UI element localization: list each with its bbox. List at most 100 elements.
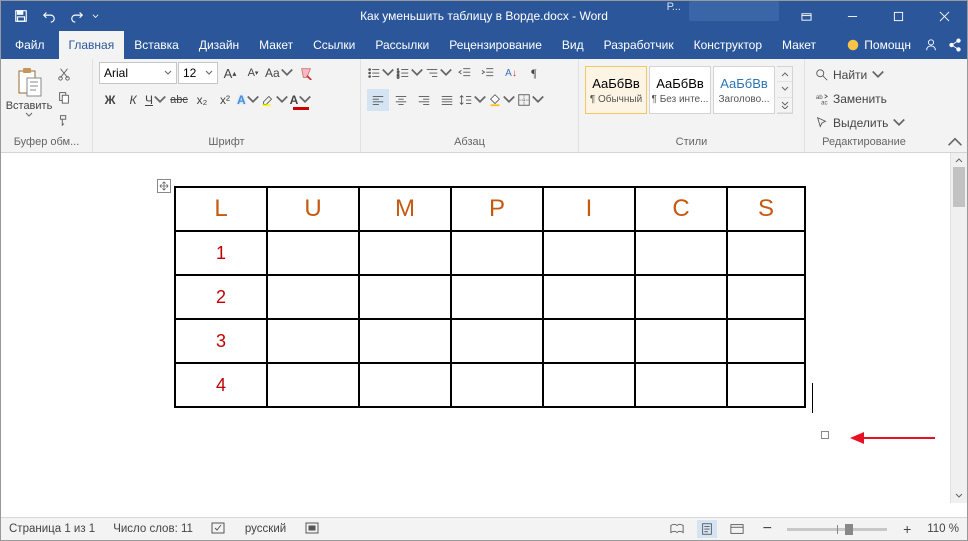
tab-review[interactable]: Рецензирование (439, 31, 552, 59)
sign-in-icon[interactable] (919, 38, 943, 52)
table-cell[interactable]: L (175, 187, 267, 231)
status-proofing-icon[interactable] (211, 521, 227, 538)
style-no-spacing[interactable]: АаБбВв ¶ Без инте... (649, 66, 711, 114)
scroll-up-button[interactable] (951, 153, 967, 167)
table-cell[interactable]: 1 (175, 231, 267, 275)
tab-references[interactable]: Ссылки (303, 31, 365, 59)
font-color-button[interactable]: A (290, 89, 313, 111)
underline-button[interactable]: Ч (145, 89, 167, 111)
scroll-down-button[interactable] (951, 489, 967, 503)
redo-button[interactable] (63, 2, 91, 30)
bold-button[interactable]: Ж (99, 89, 121, 111)
table-cell[interactable]: 3 (175, 319, 267, 363)
sort-button[interactable]: А↓ (500, 62, 522, 84)
increase-indent-button[interactable] (477, 62, 499, 84)
italic-button[interactable]: К (122, 89, 144, 111)
table-cell[interactable]: S (727, 187, 805, 231)
user-account-box[interactable] (689, 1, 779, 21)
bullets-button[interactable] (367, 62, 395, 84)
ribbon-display-button[interactable] (783, 1, 829, 31)
save-button[interactable] (7, 2, 35, 30)
view-print-layout[interactable] (697, 520, 717, 538)
document-title: Как уменьшить таблицу в Ворде.docx - Wor… (360, 9, 608, 23)
vertical-scrollbar[interactable] (950, 153, 967, 503)
maximize-button[interactable] (875, 1, 921, 31)
table-cell[interactable]: P (451, 187, 543, 231)
styles-scroll-up[interactable] (777, 67, 792, 82)
font-size-box[interactable]: 12 (178, 62, 218, 84)
select-button[interactable]: Выделить (811, 112, 917, 134)
tell-me-box[interactable]: Помощн (838, 38, 919, 52)
table-cell[interactable]: U (267, 187, 359, 231)
tab-table-design[interactable]: Конструктор (684, 31, 772, 59)
shading-button[interactable] (488, 89, 516, 111)
undo-button[interactable] (35, 2, 63, 30)
show-marks-button[interactable]: ¶ (523, 62, 545, 84)
superscript-button[interactable]: x² (214, 89, 236, 111)
align-center-button[interactable] (390, 89, 412, 111)
scroll-thumb[interactable] (953, 167, 965, 207)
document-table[interactable]: L U M P I C S 1 2 3 4 (174, 186, 806, 408)
tab-layout[interactable]: Макет (249, 31, 303, 59)
table-cell[interactable]: 2 (175, 275, 267, 319)
line-spacing-button[interactable] (459, 89, 487, 111)
font-name-box[interactable]: Arial (99, 62, 177, 84)
page[interactable]: L U M P I C S 1 2 3 4 (11, 153, 937, 503)
tab-developer[interactable]: Разработчик (594, 31, 684, 59)
strikethrough-button[interactable]: abc (168, 89, 190, 111)
decrease-indent-button[interactable] (454, 62, 476, 84)
table-move-handle[interactable] (157, 179, 171, 193)
view-read-mode[interactable] (667, 520, 687, 538)
view-web-layout[interactable] (727, 520, 747, 538)
share-button[interactable] (943, 38, 967, 52)
subscript-button[interactable]: x₂ (191, 89, 213, 111)
table-cell[interactable]: C (635, 187, 727, 231)
tab-mailings[interactable]: Рассылки (365, 31, 439, 59)
table-cell[interactable]: 4 (175, 363, 267, 407)
align-right-button[interactable] (413, 89, 435, 111)
shrink-font-button[interactable]: A▾ (242, 62, 264, 84)
table-resize-handle[interactable] (821, 431, 829, 439)
status-language[interactable]: русский (245, 523, 286, 535)
numbering-button[interactable]: 123 (396, 62, 424, 84)
status-page[interactable]: Страница 1 из 1 (9, 523, 95, 535)
align-left-button[interactable] (367, 89, 389, 111)
tab-home[interactable]: Главная (59, 31, 125, 59)
zoom-out-button[interactable]: − (757, 520, 777, 538)
style-normal[interactable]: АаБбВв ¶ Обычный (585, 66, 647, 114)
qat-customize-button[interactable] (91, 2, 99, 30)
tab-insert[interactable]: Вставка (124, 31, 189, 59)
group-editing: Найти abac Заменить Выделить Редактирова… (805, 59, 923, 152)
tab-table-layout[interactable]: Макет (772, 31, 826, 59)
change-case-button[interactable]: Aa (265, 62, 294, 84)
highlight-button[interactable] (261, 89, 289, 111)
zoom-in-button[interactable]: + (897, 520, 917, 538)
table-cell[interactable]: I (543, 187, 635, 231)
paste-button[interactable]: Вставить (7, 62, 51, 134)
find-button[interactable]: Найти (811, 64, 917, 86)
zoom-slider[interactable] (787, 528, 887, 531)
tab-design[interactable]: Дизайн (189, 31, 249, 59)
status-word-count[interactable]: Число слов: 11 (113, 523, 193, 535)
collapse-ribbon-button[interactable] (947, 134, 963, 150)
status-macro-icon[interactable] (304, 521, 320, 538)
styles-scroll-down[interactable] (777, 82, 792, 97)
clear-formatting-button[interactable] (295, 62, 317, 84)
tab-file[interactable]: Файл (1, 31, 59, 59)
replace-button[interactable]: abac Заменить (811, 88, 917, 110)
multilevel-list-button[interactable] (425, 62, 453, 84)
cut-button[interactable] (53, 64, 75, 84)
styles-expand[interactable] (777, 98, 792, 113)
text-effects-button[interactable]: A (237, 89, 260, 111)
borders-button[interactable] (517, 89, 545, 111)
zoom-level[interactable]: 110 % (927, 523, 959, 535)
copy-button[interactable] (53, 87, 75, 107)
minimize-button[interactable] (829, 1, 875, 31)
grow-font-button[interactable]: A▴ (219, 62, 241, 84)
tab-view[interactable]: Вид (552, 31, 594, 59)
table-cell[interactable]: M (359, 187, 451, 231)
justify-button[interactable] (436, 89, 458, 111)
close-button[interactable] (921, 1, 967, 31)
format-painter-button[interactable] (53, 110, 75, 130)
style-heading1[interactable]: АаБбВв Заголово... (713, 66, 775, 114)
